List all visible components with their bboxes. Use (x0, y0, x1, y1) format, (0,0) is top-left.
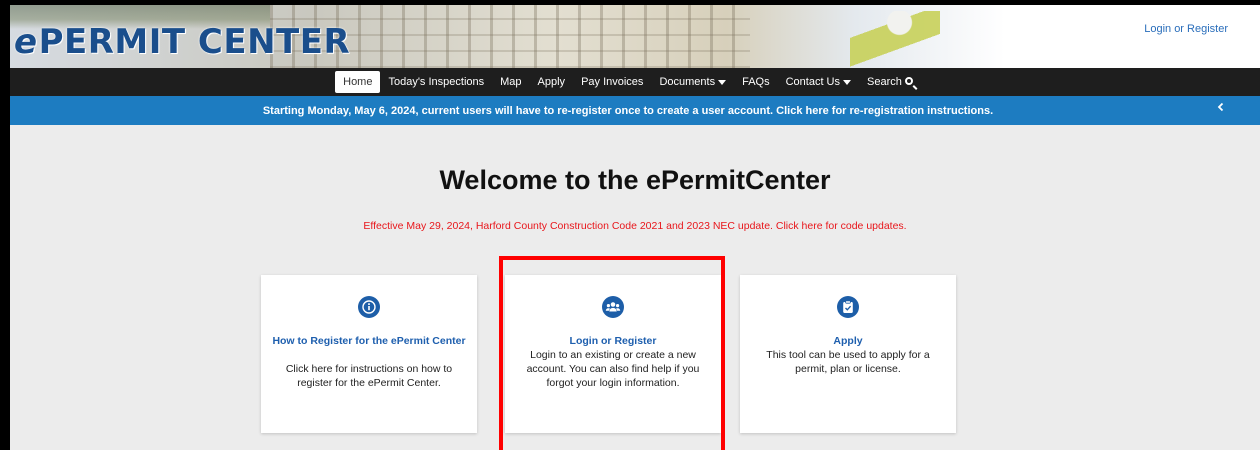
announcement-text[interactable]: Starting Monday, May 6, 2024, current us… (263, 105, 993, 117)
card-title[interactable]: How to Register for the ePermit Center (269, 334, 469, 348)
nav-pay-invoices-label: Pay Invoices (581, 76, 644, 88)
nav-todays-inspections[interactable]: Today's Inspections (380, 68, 492, 96)
caret-down-icon (718, 79, 727, 85)
nav-pay-invoices[interactable]: Pay Invoices (573, 68, 651, 96)
chevron-left-icon[interactable] (1216, 102, 1226, 112)
clipboard-check-icon (837, 296, 859, 318)
page-title: Welcome to the ePermitCenter (439, 165, 831, 195)
banner-worker (850, 11, 940, 68)
nav-apply[interactable]: Apply (530, 68, 574, 96)
nav-apply-label: Apply (537, 76, 566, 88)
nav-todays-inspections-label: Today's Inspections (388, 76, 485, 88)
main-content: Welcome to the ePermitCenter Effective M… (10, 125, 1260, 450)
search-icon (904, 77, 913, 85)
main-navigation: Home Today's Inspections Map Apply Pay I… (10, 68, 1260, 96)
nav-home-label: Home (343, 76, 373, 88)
nav-map-label: Map (500, 76, 522, 88)
card-description: Login to an existing or create a new acc… (526, 349, 700, 389)
nav-search-label: Search (867, 76, 902, 88)
announcement-bar[interactable]: Starting Monday, May 6, 2024, current us… (10, 96, 1260, 125)
header-login-register-link[interactable]: Login or Register (1144, 23, 1228, 35)
caret-down-icon (843, 79, 852, 85)
nav-search[interactable]: Search (859, 68, 921, 96)
logo-text: PERMIT CENTER (38, 22, 351, 62)
card-title[interactable]: Login or Register (513, 334, 713, 348)
nav-faqs[interactable]: FAQs (734, 68, 778, 96)
card-login-register[interactable]: Login or Register Login to an existing o… (505, 275, 721, 433)
nav-faqs-label: FAQs (742, 76, 770, 88)
nav-map[interactable]: Map (492, 68, 529, 96)
nav-documents-dropdown[interactable]: Documents (651, 68, 734, 96)
site-logo[interactable]: ePERMIT CENTER (14, 22, 350, 62)
code-update-notice-link[interactable]: Effective May 29, 2024, Harford County C… (10, 220, 1260, 232)
info-icon (358, 296, 380, 318)
nav-documents-label: Documents (659, 76, 716, 88)
logo-e: e (14, 22, 38, 62)
card-how-to-register[interactable]: How to Register for the ePermit Center C… (261, 275, 477, 433)
nav-contact-us-label: Contact Us (785, 76, 841, 88)
users-icon (602, 296, 624, 318)
card-description: Click here for instructions on how to re… (285, 363, 453, 389)
nav-home[interactable]: Home (335, 71, 381, 93)
card-title[interactable]: Apply (748, 334, 948, 348)
card-apply[interactable]: Apply This tool can be used to apply for… (740, 275, 956, 433)
site-header: ePERMIT CENTER Login or Register (10, 5, 1260, 68)
card-description: This tool can be used to apply for a per… (766, 349, 930, 375)
nav-contact-us-dropdown[interactable]: Contact Us (778, 68, 859, 96)
header-banner-image: ePERMIT CENTER (10, 5, 1005, 68)
